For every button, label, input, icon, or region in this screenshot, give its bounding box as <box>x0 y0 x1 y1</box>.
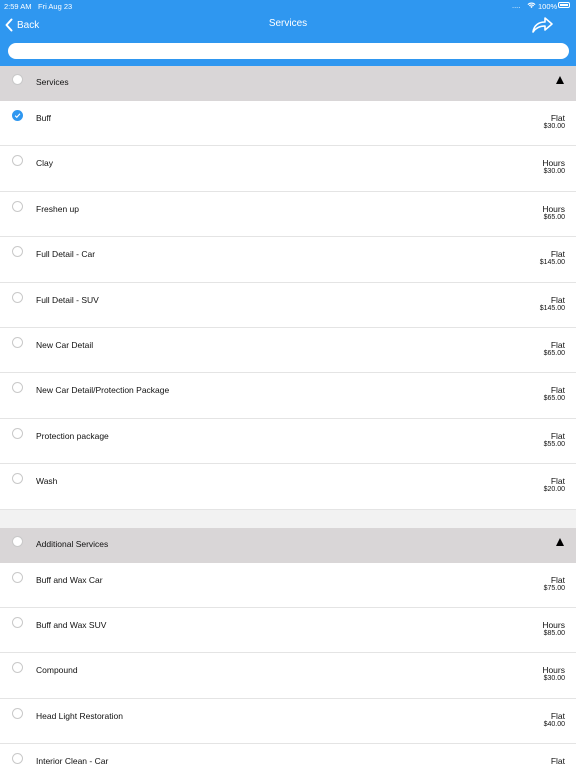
rate-type: Hours <box>542 665 565 676</box>
status-date: Fri Aug 23 <box>38 2 73 11</box>
service-name: New Car Detail <box>36 339 94 350</box>
share-button[interactable] <box>530 14 554 36</box>
service-name: Freshen up <box>36 203 79 214</box>
service-row[interactable]: Interior Clean - Car Flat <box>0 744 576 768</box>
service-name: Full Detail - Car <box>36 249 96 260</box>
status-bar: 2:59 AM Fri Aug 23 .... 100% <box>0 0 576 12</box>
service-price: $85.00 <box>543 629 565 637</box>
share-arrow-icon <box>532 17 553 33</box>
service-name: Full Detail - SUV <box>36 294 99 305</box>
service-name: Interior Clean - Car <box>36 756 109 767</box>
rate-type: Flat <box>550 339 565 350</box>
rate-type: Flat <box>550 476 565 487</box>
rate-type: Flat <box>550 574 565 585</box>
radio-icon[interactable] <box>12 427 23 439</box>
section-spacer <box>0 509 576 528</box>
service-price: $30.00 <box>543 123 565 130</box>
radio-icon[interactable] <box>12 473 23 485</box>
rate-type: Flat <box>550 710 565 721</box>
radio-icon[interactable] <box>12 616 23 628</box>
collapse-triangle-icon[interactable] <box>556 76 564 84</box>
search-input[interactable] <box>8 43 569 59</box>
radio-icon[interactable] <box>12 662 23 674</box>
service-row[interactable]: Full Detail - SUV Flat $145.00 <box>0 282 576 328</box>
service-row[interactable]: Buff and Wax Car Flat $75.00 <box>0 562 576 608</box>
checked-radio-icon[interactable] <box>12 110 23 121</box>
service-row[interactable]: Wash Flat $20.00 <box>0 464 576 510</box>
rate-type: Flat <box>550 113 565 123</box>
service-row[interactable]: Buff Flat $30.00 <box>0 101 576 147</box>
radio-icon[interactable] <box>12 291 23 303</box>
rate-type: Flat <box>550 294 565 305</box>
service-name: Buff <box>36 113 51 123</box>
service-row[interactable]: New Car Detail Flat $65.00 <box>0 327 576 374</box>
service-row[interactable]: New Car Detail/Protection Package Flat $… <box>0 373 576 419</box>
service-name: Buff and Wax Car <box>36 574 103 585</box>
battery-icon <box>558 2 570 8</box>
service-row[interactable]: Freshen up Hours $65.00 <box>0 191 576 238</box>
service-row[interactable]: Compound Hours $30.00 <box>0 653 576 699</box>
section-title: Additional Services <box>36 538 109 549</box>
radio-icon[interactable] <box>12 753 23 765</box>
radio-icon[interactable] <box>12 707 23 719</box>
service-name: Wash <box>36 476 58 487</box>
radio-icon[interactable] <box>12 382 23 394</box>
service-row[interactable]: Full Detail - Car Flat $145.00 <box>0 237 576 283</box>
status-dots: .... <box>512 1 521 10</box>
service-price: $65.00 <box>543 349 565 357</box>
service-price: $145.00 <box>539 304 565 312</box>
services-list[interactable]: Services Buff Flat $30.00 Clay Hours $30… <box>0 66 576 768</box>
radio-icon[interactable] <box>12 200 23 212</box>
service-price: $145.00 <box>539 259 565 267</box>
rate-type: Flat <box>550 430 565 441</box>
radio-icon[interactable] <box>12 155 23 167</box>
service-row[interactable]: Buff and Wax SUV Hours $85.00 <box>0 607 576 654</box>
section-title: Services <box>36 77 69 87</box>
section-header-services[interactable]: Services <box>0 66 576 101</box>
section-header-additional-services[interactable]: Additional Services <box>0 527 576 563</box>
radio-icon[interactable] <box>12 246 23 258</box>
service-name: Compound <box>36 665 78 676</box>
service-row[interactable]: Clay Hours $30.00 <box>0 146 576 192</box>
service-name: Clay <box>36 158 54 169</box>
service-price: $55.00 <box>543 440 565 448</box>
service-price: $65.00 <box>543 395 565 403</box>
radio-icon[interactable] <box>12 571 23 583</box>
service-row[interactable]: Head Light Restoration Flat $40.00 <box>0 698 576 745</box>
service-row[interactable]: Protection package Flat $55.00 <box>0 418 576 465</box>
battery-percent: 100% <box>538 2 558 11</box>
service-name: Protection package <box>36 430 109 441</box>
radio-icon[interactable] <box>12 336 23 348</box>
wifi-icon <box>527 1 536 11</box>
rate-type: Hours <box>542 619 565 630</box>
navigation-bar: Back Services <box>0 12 576 66</box>
service-name: Head Light Restoration <box>36 710 123 721</box>
service-price: $65.00 <box>543 213 565 221</box>
service-price: $20.00 <box>543 486 565 494</box>
rate-type: Flat <box>550 249 565 260</box>
select-all-radio[interactable] <box>12 535 23 547</box>
rate-type: Hours <box>542 203 565 214</box>
rate-type: Hours <box>542 158 565 169</box>
service-price: $30.00 <box>543 675 565 683</box>
service-name: Buff and Wax SUV <box>36 619 107 630</box>
service-name: New Car Detail/Protection Package <box>36 385 170 396</box>
rate-type: Flat <box>550 385 565 396</box>
page-title: Services <box>268 18 308 29</box>
select-all-radio[interactable] <box>12 74 23 85</box>
service-price: $40.00 <box>543 720 565 728</box>
rate-type: Flat <box>550 756 565 767</box>
status-time: 2:59 AM <box>4 2 32 11</box>
collapse-triangle-icon[interactable] <box>556 537 564 546</box>
service-price: $75.00 <box>543 584 565 592</box>
service-price: $30.00 <box>543 168 565 176</box>
